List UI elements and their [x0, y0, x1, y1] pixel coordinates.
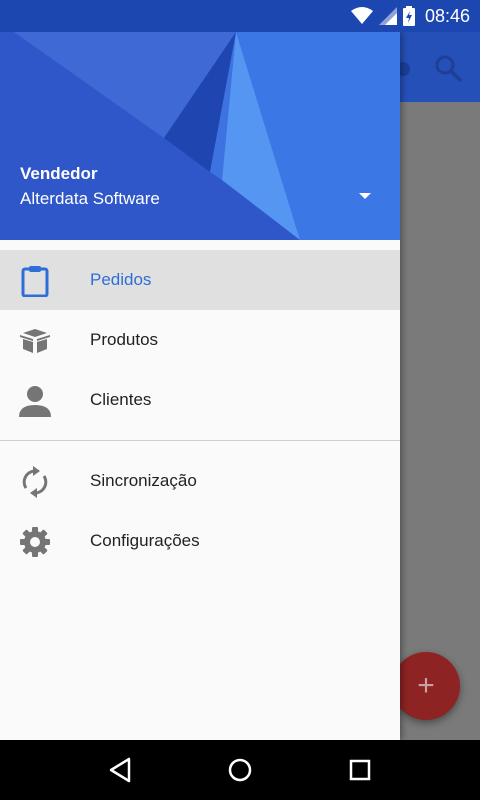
home-button[interactable] — [220, 750, 260, 790]
navigation-drawer: Vendedor Alterdata Software Pedidos Prod… — [0, 32, 400, 740]
header-role: Vendedor — [20, 164, 98, 183]
system-nav-bar — [0, 740, 480, 800]
add-fab-button[interactable]: + — [392, 652, 460, 720]
sync-icon — [18, 465, 52, 499]
cell-signal-icon — [378, 7, 397, 25]
battery-icon — [402, 6, 415, 26]
recents-button[interactable] — [340, 750, 380, 790]
menu-item-label: Configurações — [90, 531, 200, 550]
drawer-header: Vendedor Alterdata Software — [0, 32, 400, 240]
back-button[interactable] — [100, 750, 140, 790]
box-icon — [18, 324, 52, 358]
header-company: Alterdata Software — [20, 189, 160, 208]
home-circle-icon — [228, 758, 252, 782]
back-triangle-icon — [109, 757, 131, 783]
wifi-icon — [350, 7, 373, 24]
clipboard-icon — [18, 264, 52, 298]
person-icon — [18, 384, 52, 418]
status-bar: 08:46 — [0, 0, 480, 32]
menu-item-label: Produtos — [90, 330, 159, 349]
menu-item-configuracoes[interactable]: Configurações — [0, 511, 400, 571]
gear-icon — [18, 525, 52, 559]
screen: 08:46 + Vendedor Alterdata Software Pedi… — [0, 0, 480, 800]
plus-icon: + — [417, 669, 435, 702]
menu-item-pedidos[interactable]: Pedidos — [0, 250, 400, 310]
status-time: 08:46 — [424, 5, 470, 26]
menu-item-label: Sincronização — [90, 471, 197, 490]
menu-divider — [0, 440, 400, 441]
search-icon[interactable] — [434, 54, 462, 82]
menu-item-clientes[interactable]: Clientes — [0, 370, 400, 430]
menu-item-label: Clientes — [90, 390, 152, 409]
menu-item-produtos[interactable]: Produtos — [0, 310, 400, 370]
account-dropdown-icon[interactable] — [356, 190, 374, 202]
menu-item-label: Pedidos — [90, 270, 152, 289]
menu-item-sincronizacao[interactable]: Sincronização — [0, 451, 400, 511]
drawer-menu: Pedidos Produtos Clientes Sincronização … — [0, 250, 400, 571]
recents-square-icon — [349, 759, 371, 781]
